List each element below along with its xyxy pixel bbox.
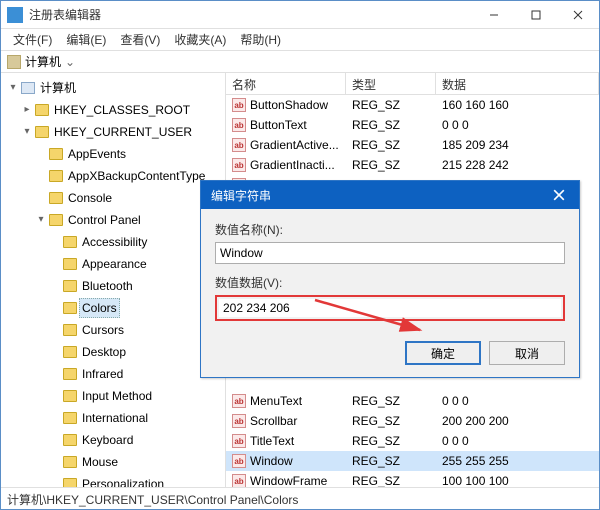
- menu-view[interactable]: 查看(V): [114, 29, 166, 50]
- tree-item[interactable]: Accessibility: [47, 231, 225, 253]
- menu-file[interactable]: 文件(F): [7, 29, 58, 50]
- tree-item[interactable]: Appearance: [47, 253, 225, 275]
- menu-help[interactable]: 帮助(H): [234, 29, 287, 50]
- folder-icon: [63, 412, 77, 424]
- tree-item[interactable]: Colors: [47, 297, 225, 319]
- titlebar: 注册表编辑器: [1, 1, 599, 29]
- folder-icon: [63, 258, 77, 270]
- close-button[interactable]: [557, 1, 599, 29]
- folder-icon: [63, 236, 77, 248]
- tree-pane[interactable]: ▾计算机 ▸HKEY_CLASSES_ROOT ▾HKEY_CURRENT_US…: [1, 73, 226, 487]
- string-value-icon: ab: [232, 138, 246, 152]
- value-data-input[interactable]: [219, 299, 561, 317]
- string-value-icon: ab: [232, 98, 246, 112]
- status-bar: 计算机\HKEY_CURRENT_USER\Control Panel\Colo…: [1, 487, 599, 509]
- folder-icon: [63, 302, 77, 314]
- folder-icon: [49, 192, 63, 204]
- folder-icon: [63, 346, 77, 358]
- string-value-icon: ab: [232, 118, 246, 132]
- table-row[interactable]: abScrollbarREG_SZ200 200 200: [226, 411, 599, 431]
- value-name-label: 数值名称(N):: [215, 221, 565, 238]
- collapse-icon[interactable]: ▾: [35, 211, 47, 229]
- table-row[interactable]: abMenuTextREG_SZ0 0 0: [226, 391, 599, 411]
- dialog-close-button[interactable]: [539, 181, 579, 209]
- folder-icon: [63, 478, 77, 487]
- highlight-box: [215, 295, 565, 321]
- tree-item[interactable]: Infrared: [47, 363, 225, 385]
- folder-icon: [35, 104, 49, 116]
- address-bar: 计算机 ⌄: [1, 51, 599, 73]
- folder-icon: [63, 280, 77, 292]
- tree-item[interactable]: AppXBackupContentType: [33, 165, 225, 187]
- tree-item[interactable]: AppEvents: [33, 143, 225, 165]
- menu-edit[interactable]: 编辑(E): [60, 29, 112, 50]
- folder-icon: [49, 148, 63, 160]
- expand-icon[interactable]: [35, 145, 47, 163]
- table-row[interactable]: abWindowREG_SZ255 255 255: [226, 451, 599, 471]
- col-data[interactable]: 数据: [436, 73, 599, 94]
- tree-item[interactable]: Cursors: [47, 319, 225, 341]
- string-value-icon: ab: [232, 454, 246, 468]
- string-value-icon: ab: [232, 414, 246, 428]
- expand-icon[interactable]: ▸: [21, 101, 33, 119]
- table-row[interactable]: abWindowFrameREG_SZ100 100 100: [226, 471, 599, 487]
- table-row[interactable]: abGradientActive...REG_SZ185 209 234: [226, 135, 599, 155]
- tree-item[interactable]: International: [47, 407, 225, 429]
- value-data-label: 数值数据(V):: [215, 274, 565, 291]
- tree-item[interactable]: Input Method: [47, 385, 225, 407]
- tree-item[interactable]: Console: [33, 187, 225, 209]
- folder-icon: [63, 368, 77, 380]
- value-name-input[interactable]: [215, 242, 565, 264]
- chevron-down-icon[interactable]: ⌄: [65, 55, 75, 69]
- expand-icon[interactable]: [35, 167, 47, 185]
- minimize-button[interactable]: [473, 1, 515, 29]
- computer-icon: [21, 82, 35, 94]
- dialog-title: 编辑字符串: [211, 187, 539, 204]
- window-title: 注册表编辑器: [29, 6, 473, 23]
- collapse-icon[interactable]: ▾: [21, 123, 33, 141]
- tree-item[interactable]: Desktop: [47, 341, 225, 363]
- table-row[interactable]: abTitleTextREG_SZ0 0 0: [226, 431, 599, 451]
- ok-button[interactable]: 确定: [405, 341, 481, 365]
- tree-item[interactable]: Keyboard: [47, 429, 225, 451]
- list-header: 名称 类型 数据: [226, 73, 599, 95]
- string-value-icon: ab: [232, 158, 246, 172]
- folder-icon: [49, 214, 63, 226]
- tree-item[interactable]: Bluetooth: [47, 275, 225, 297]
- table-row[interactable]: abButtonShadowREG_SZ160 160 160: [226, 95, 599, 115]
- table-row[interactable]: abGradientInacti...REG_SZ215 228 242: [226, 155, 599, 175]
- expand-icon[interactable]: [35, 189, 47, 207]
- addr-root[interactable]: 计算机: [25, 53, 61, 70]
- computer-icon: [7, 55, 21, 69]
- menubar: 文件(F) 编辑(E) 查看(V) 收藏夹(A) 帮助(H): [1, 29, 599, 51]
- folder-icon: [63, 390, 77, 402]
- tree-root[interactable]: ▾计算机: [5, 77, 225, 99]
- tree-item[interactable]: Mouse: [47, 451, 225, 473]
- menu-fav[interactable]: 收藏夹(A): [168, 29, 232, 50]
- folder-icon: [35, 126, 49, 138]
- collapse-icon[interactable]: ▾: [7, 79, 19, 97]
- folder-icon: [63, 434, 77, 446]
- tree-hkcu[interactable]: ▾HKEY_CURRENT_USER: [19, 121, 225, 143]
- string-value-icon: ab: [232, 434, 246, 448]
- col-name[interactable]: 名称: [226, 73, 346, 94]
- folder-icon: [49, 170, 63, 182]
- app-icon: [7, 7, 23, 23]
- tree-item[interactable]: ▾Control Panel: [33, 209, 225, 231]
- table-row[interactable]: abButtonTextREG_SZ0 0 0: [226, 115, 599, 135]
- folder-icon: [63, 456, 77, 468]
- tree-hkcr[interactable]: ▸HKEY_CLASSES_ROOT: [19, 99, 225, 121]
- tree-item[interactable]: Personalization: [47, 473, 225, 487]
- folder-icon: [63, 324, 77, 336]
- col-type[interactable]: 类型: [346, 73, 436, 94]
- string-value-icon: ab: [232, 474, 246, 487]
- cancel-button[interactable]: 取消: [489, 341, 565, 365]
- dialog-titlebar: 编辑字符串: [201, 181, 579, 209]
- edit-string-dialog: 编辑字符串 数值名称(N): 数值数据(V): 确定 取消: [200, 180, 580, 378]
- maximize-button[interactable]: [515, 1, 557, 29]
- string-value-icon: ab: [232, 394, 246, 408]
